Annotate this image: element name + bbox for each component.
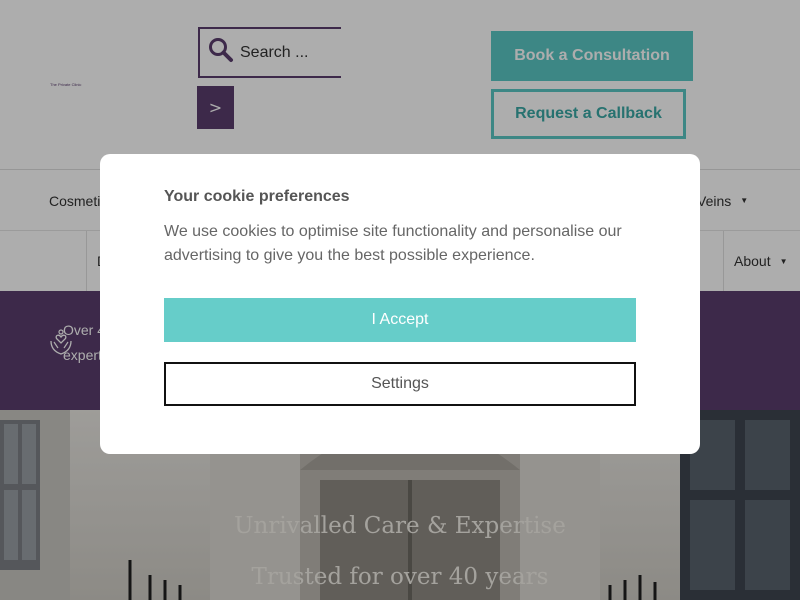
accept-cookies-button[interactable]: I Accept <box>164 298 636 342</box>
cookie-preferences-dialog: Your cookie preferences We use cookies t… <box>100 154 700 454</box>
dialog-body-text: We use cookies to optimise site function… <box>164 223 622 264</box>
dialog-title: Your cookie preferences <box>164 188 350 205</box>
cookie-settings-button[interactable]: Settings <box>164 362 636 406</box>
